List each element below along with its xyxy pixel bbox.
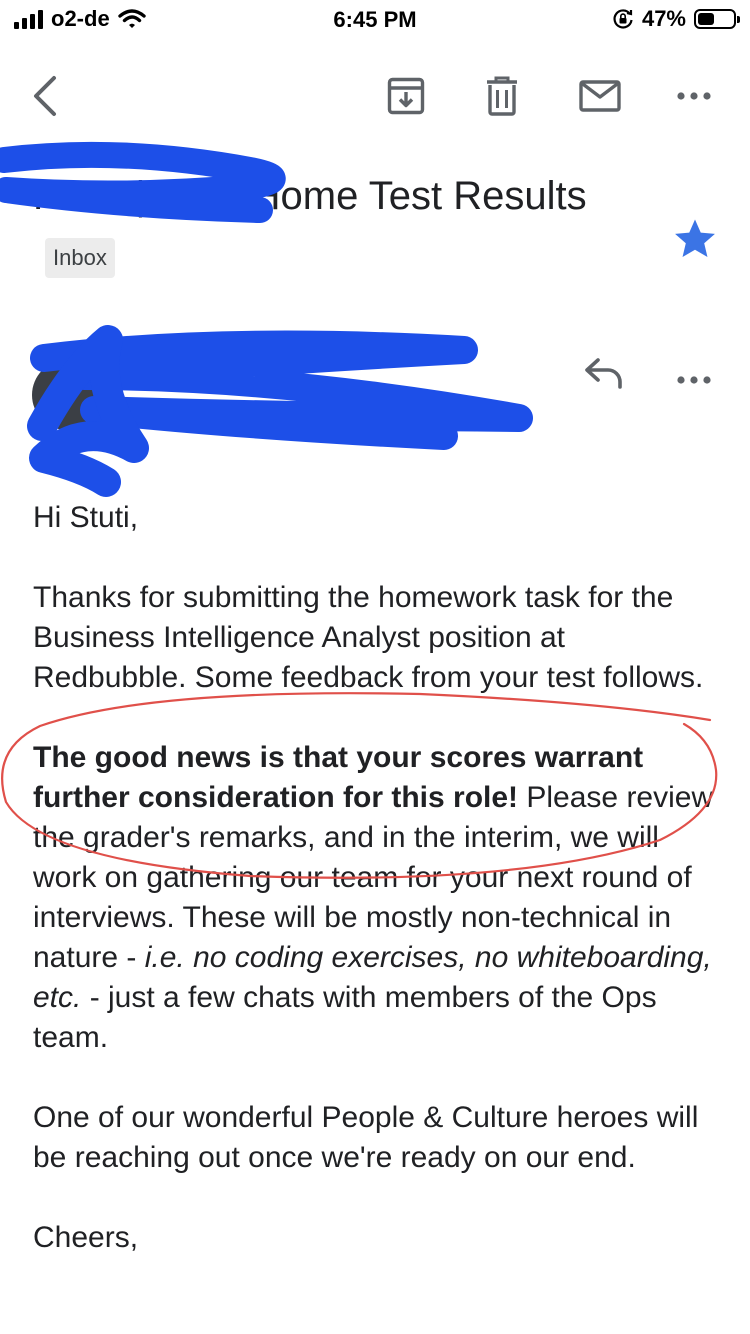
sender-name[interactable]: Leila bbox=[146, 356, 197, 384]
greeting: Hi Stuti, bbox=[33, 501, 139, 534]
status-bar: o2-de 6:45 PM 47% bbox=[0, 0, 750, 40]
inbox-label-chip[interactable]: Inbox bbox=[45, 238, 115, 279]
battery-percent: 47% bbox=[641, 6, 686, 31]
back-icon bbox=[34, 76, 56, 116]
body-paragraph-2: The good news is that your scores warran… bbox=[33, 738, 723, 1058]
status-right: 47% bbox=[612, 6, 740, 32]
battery-icon bbox=[694, 9, 740, 29]
more-icon bbox=[677, 376, 711, 384]
body-paragraph-1: Thanks for submitting the homework task … bbox=[33, 581, 704, 694]
archive-button[interactable] bbox=[378, 70, 434, 122]
email-toolbar bbox=[0, 62, 750, 130]
sender-row: Leila bbox=[0, 330, 750, 450]
delete-button[interactable] bbox=[474, 70, 530, 122]
reply-icon bbox=[585, 358, 622, 389]
star-icon bbox=[675, 219, 715, 258]
body-paragraph-3: One of our wonderful People & Culture he… bbox=[33, 1101, 699, 1174]
sender-avatar[interactable] bbox=[32, 360, 102, 430]
signoff: Cheers, bbox=[33, 1221, 139, 1254]
mail-icon bbox=[579, 80, 621, 112]
delete-icon bbox=[487, 76, 517, 116]
email-subject: Re… | Take Home Test Results Inbox bbox=[33, 164, 653, 292]
star-button[interactable] bbox=[672, 216, 718, 262]
back-button[interactable] bbox=[22, 70, 68, 122]
mark-unread-button[interactable] bbox=[570, 70, 630, 122]
more-icon bbox=[677, 92, 711, 100]
message-more-button[interactable] bbox=[664, 356, 724, 404]
email-body: Hi Stuti, Thanks for submitting the home… bbox=[33, 498, 723, 1298]
subject-text: Re… | Take Home Test Results bbox=[33, 174, 587, 218]
body-paragraph-2-tail: - just a few chats with members of the O… bbox=[33, 981, 657, 1054]
archive-icon bbox=[387, 77, 425, 115]
rotation-lock-icon bbox=[613, 9, 633, 29]
more-options-button[interactable] bbox=[664, 70, 724, 122]
reply-button[interactable] bbox=[584, 356, 632, 404]
battery-fill bbox=[698, 13, 714, 25]
